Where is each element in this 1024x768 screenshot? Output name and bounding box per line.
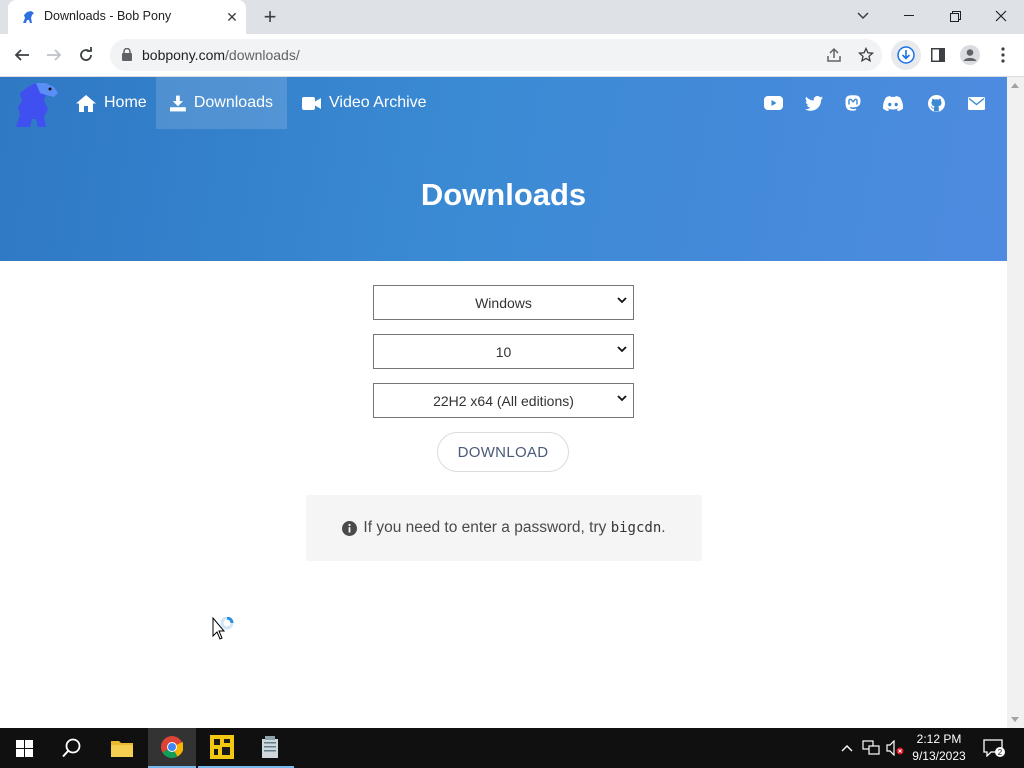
github-icon[interactable] bbox=[926, 93, 946, 113]
web-page: Home Downloads Video Archive Downloads W… bbox=[0, 77, 1007, 728]
chrome-menu-icon[interactable] bbox=[988, 40, 1018, 70]
tab-title: Downloads - Bob Pony bbox=[44, 9, 172, 23]
forward-icon[interactable] bbox=[39, 40, 69, 70]
profile-avatar-icon[interactable] bbox=[955, 40, 985, 70]
browser-toolbar: bobpony.com/downloads/ bbox=[0, 34, 1024, 77]
notice-text: If you need to enter a password, try bbox=[363, 519, 611, 536]
folder-icon bbox=[111, 741, 133, 757]
home-icon bbox=[76, 94, 96, 112]
os-select-value: Windows bbox=[475, 294, 532, 311]
chevron-down-icon bbox=[617, 346, 627, 353]
browser-tabstrip: Downloads - Bob Pony ✕ + bbox=[0, 0, 1024, 34]
chrome-taskbar-button[interactable] bbox=[148, 728, 196, 768]
edition-select[interactable]: 22H2 x64 (All editions) bbox=[373, 383, 634, 418]
nav-video-archive-label: Video Archive bbox=[329, 94, 427, 111]
nav-home-label: Home bbox=[104, 94, 147, 111]
nav-video-archive[interactable]: Video Archive bbox=[288, 77, 441, 129]
page-title: Downloads bbox=[420, 177, 587, 212]
info-icon bbox=[342, 520, 358, 536]
url-host: bobpony.com bbox=[142, 47, 226, 63]
clock-time: 2:12 PM bbox=[916, 732, 962, 746]
download-icon bbox=[170, 95, 186, 111]
chrome-icon bbox=[161, 736, 183, 758]
bobpony-favicon-icon bbox=[23, 11, 34, 23]
email-icon[interactable] bbox=[966, 93, 986, 113]
back-icon[interactable] bbox=[7, 40, 37, 70]
restore-icon[interactable] bbox=[932, 0, 978, 32]
page-scrollbar[interactable] bbox=[1007, 77, 1024, 728]
notice-suffix: . bbox=[661, 519, 666, 536]
app-taskbar-button[interactable] bbox=[198, 728, 246, 768]
search-button[interactable] bbox=[48, 728, 96, 768]
scroll-up-icon[interactable] bbox=[1011, 83, 1019, 88]
twitter-icon[interactable] bbox=[804, 93, 824, 113]
volume-muted-icon[interactable] bbox=[884, 728, 906, 768]
notice-password: bigcdn bbox=[610, 520, 662, 536]
new-tab-icon[interactable]: + bbox=[258, 5, 282, 29]
hero-banner: Home Downloads Video Archive Downloads bbox=[0, 77, 1007, 261]
start-button[interactable] bbox=[0, 728, 48, 768]
chevron-down-icon bbox=[617, 297, 627, 304]
discord-icon[interactable] bbox=[883, 93, 903, 113]
clock-date: 9/13/2023 bbox=[912, 749, 966, 763]
password-notice: If you need to enter a password, try big… bbox=[306, 495, 702, 561]
nav-downloads[interactable]: Downloads bbox=[156, 77, 287, 129]
bookmark-star-icon[interactable] bbox=[856, 45, 876, 65]
url-text[interactable]: bobpony.com/downloads/ bbox=[142, 47, 300, 63]
windows-logo-icon bbox=[15, 739, 33, 757]
version-select-value: 10 bbox=[495, 343, 512, 360]
downloads-icon[interactable] bbox=[891, 40, 921, 70]
side-panel-icon[interactable] bbox=[923, 40, 953, 70]
lock-icon[interactable] bbox=[122, 48, 132, 61]
browser-tab[interactable]: Downloads - Bob Pony ✕ bbox=[8, 0, 246, 34]
youtube-icon[interactable] bbox=[763, 93, 783, 113]
system-clock[interactable]: 2:12 PM 9/13/2023 bbox=[906, 731, 972, 765]
notepad-icon bbox=[262, 736, 278, 758]
download-button[interactable]: DOWNLOAD bbox=[437, 432, 569, 472]
chevron-down-icon bbox=[617, 395, 627, 402]
minimize-icon[interactable] bbox=[886, 0, 932, 32]
network-icon[interactable] bbox=[860, 728, 882, 768]
busy-cursor-icon bbox=[212, 617, 234, 640]
version-select[interactable]: 10 bbox=[373, 334, 634, 369]
address-bar[interactable]: bobpony.com/downloads/ bbox=[110, 39, 882, 71]
app-yellow-icon bbox=[210, 735, 234, 759]
share-icon[interactable] bbox=[824, 45, 844, 65]
notepad-taskbar-button[interactable] bbox=[246, 728, 294, 768]
site-navbar: Home Downloads Video Archive bbox=[0, 77, 1007, 129]
nav-home[interactable]: Home bbox=[62, 77, 161, 129]
video-camera-icon bbox=[302, 96, 321, 110]
bobpony-logo-icon[interactable] bbox=[10, 79, 62, 129]
os-select[interactable]: Windows bbox=[373, 285, 634, 320]
tab-close-icon[interactable]: ✕ bbox=[224, 9, 240, 25]
tab-search-icon[interactable] bbox=[840, 0, 886, 32]
windows-taskbar: 2:12 PM 9/13/2023 2 bbox=[0, 728, 1024, 768]
mastodon-icon[interactable] bbox=[843, 93, 863, 113]
scroll-down-icon[interactable] bbox=[1011, 717, 1019, 722]
tray-overflow-icon[interactable] bbox=[838, 728, 856, 768]
edition-select-value: 22H2 x64 (All editions) bbox=[433, 392, 574, 409]
search-icon bbox=[62, 738, 81, 758]
action-center-icon[interactable]: 2 bbox=[980, 728, 1008, 768]
url-path: /downloads/ bbox=[225, 47, 300, 63]
notification-count: 2 bbox=[998, 748, 1003, 757]
close-window-icon[interactable] bbox=[978, 0, 1024, 32]
reload-icon[interactable] bbox=[71, 40, 101, 70]
nav-downloads-label: Downloads bbox=[193, 94, 273, 111]
file-explorer-button[interactable] bbox=[98, 728, 146, 768]
